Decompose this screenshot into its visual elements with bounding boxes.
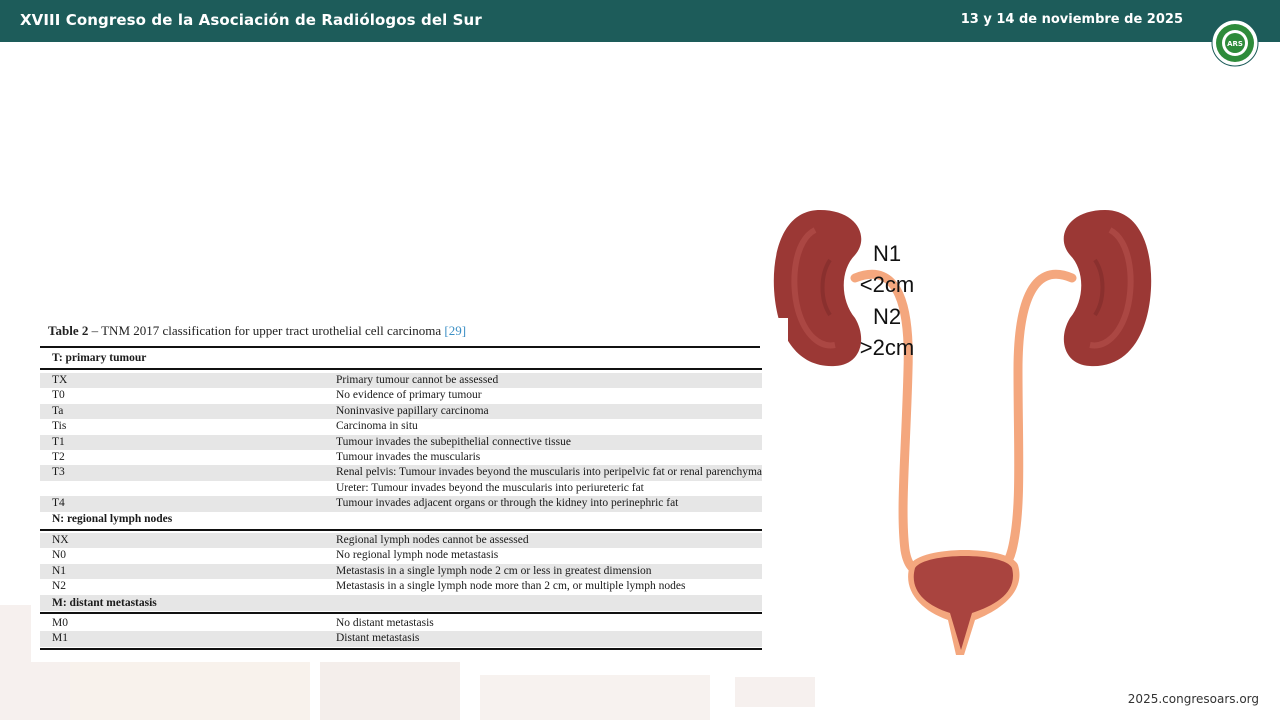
tnm-table: T: primary tumour TX Primary tumour canno… — [40, 346, 762, 650]
table-row: T0 No evidence of primary tumour — [52, 389, 482, 402]
table-row: T2 Tumour invades the muscularis — [52, 451, 481, 463]
n2-size-label: >2cm — [859, 335, 915, 360]
table-row: Ureter: Tumour invades beyond the muscul… — [336, 481, 644, 494]
table-row: TX Primary tumour cannot be assessed — [40, 373, 762, 389]
n2-annotation: N2 >2cm — [856, 301, 918, 363]
section-heading-t: T: primary tumour — [52, 352, 147, 364]
congress-title: XVIII Congreso de la Asociación de Radió… — [20, 11, 482, 29]
table-caption-label: Table 2 — [48, 323, 89, 338]
table-row: T3 Renal pelvis: Tumour invades beyond th… — [40, 465, 762, 481]
right-ureter — [987, 269, 1077, 577]
table-row: N1 Metastasis in a single lymph node 2 cm… — [40, 563, 762, 580]
website-url: 2025.congresoars.org — [1127, 692, 1259, 706]
ars-logo: ARS — [1211, 19, 1259, 67]
table-row: N2 Metastasis in a single lymph node more… — [52, 580, 686, 593]
n2-label: N2 — [872, 304, 902, 329]
table-caption-reference: [29] — [444, 323, 467, 338]
table-row: M1 Distant metastasis — [40, 631, 762, 647]
n1-annotation: N1 <2cm — [856, 238, 918, 300]
table-row: Tis Carcinoma in situ — [52, 420, 418, 433]
table-row: M0 No distant metastasis — [52, 617, 434, 629]
table-caption: Table 2 – TNM 2017 classification for up… — [48, 323, 466, 339]
table-row: NX Regional lymph nodes cannot be assesse… — [40, 533, 762, 549]
congress-date: 13 y 14 de noviembre de 2025 — [960, 12, 1183, 27]
logo-text: ARS — [1227, 40, 1243, 48]
urinary-tract-illustration — [760, 210, 1152, 655]
table-caption-text: – TNM 2017 classification for upper trac… — [88, 323, 445, 338]
header-bar: XVIII Congreso de la Asociación de Radió… — [0, 0, 1280, 42]
table-row: T1 Tumour invades the subepithelial conne… — [40, 434, 762, 450]
table-row: N0 No regional lymph node metastasis — [52, 549, 499, 562]
n1-label: N1 — [872, 241, 902, 266]
table-row: T4 Tumour invades adjacent organs or thro… — [40, 496, 762, 512]
table-row: Ta Noninvasive papillary carcinoma — [40, 403, 762, 420]
n1-size-label: <2cm — [859, 272, 915, 297]
section-heading-m: M: distant metastasis — [40, 594, 762, 611]
section-heading-n: N: regional lymph nodes — [52, 513, 173, 525]
